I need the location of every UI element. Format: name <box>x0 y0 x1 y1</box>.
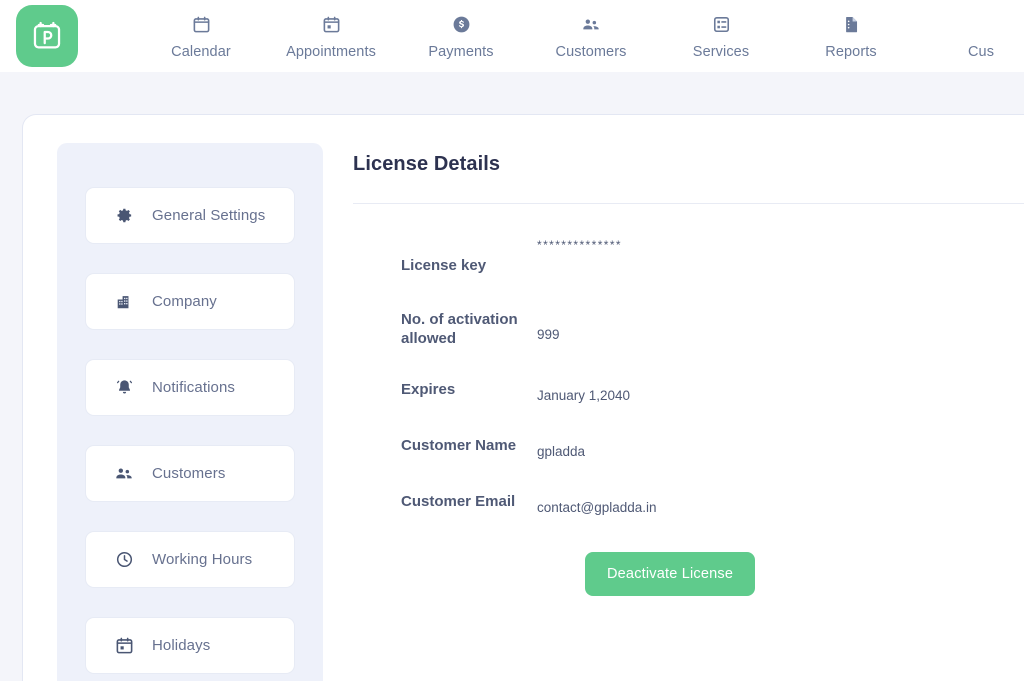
detail-value-license-key: ************** <box>537 238 622 252</box>
detail-label: License key <box>401 257 487 274</box>
sidebar-item-working-hours[interactable]: Working Hours <box>85 531 295 588</box>
detail-row-customer-name: Customer Name gpladda <box>353 418 1024 474</box>
sidebar-item-company[interactable]: Company <box>85 273 295 330</box>
sidebar-item-label: Customers <box>152 465 226 482</box>
nav-label: Customers <box>555 43 627 60</box>
page-body: General Settings Company Notifications C… <box>0 72 1024 681</box>
detail-label: Customer Email <box>401 493 516 511</box>
nav-item-customers[interactable]: Customers <box>526 13 656 60</box>
sidebar-item-customers[interactable]: Customers <box>85 445 295 502</box>
title-divider <box>353 203 1024 204</box>
license-detail-rows: License key ************** No. of activa… <box>353 234 1024 596</box>
settings-card: General Settings Company Notifications C… <box>22 114 1024 681</box>
calendar-day-icon <box>322 15 341 35</box>
document-icon <box>842 15 861 35</box>
detail-row-expires: Expires January 1,2040 <box>353 362 1024 418</box>
detail-row-customer-email: Customer Email contact@gpladda.in <box>353 474 1024 530</box>
nav-label: Appointments <box>286 43 376 60</box>
nav-label: Services <box>692 43 750 60</box>
nav-item-clipped[interactable]: Cus <box>916 13 1024 60</box>
nav-item-services[interactable]: Services <box>656 13 786 60</box>
sidebar-item-label: General Settings <box>152 207 266 224</box>
settings-sidebar: General Settings Company Notifications C… <box>57 143 323 681</box>
gear-icon <box>114 206 134 226</box>
bell-icon <box>114 378 134 398</box>
list-box-icon <box>712 15 731 35</box>
detail-label: Expires <box>401 381 456 399</box>
sidebar-item-notifications[interactable]: Notifications <box>85 359 295 416</box>
top-navigation-bar: Calendar Appointments Payments Customers… <box>0 0 1024 72</box>
top-nav-items: Calendar Appointments Payments Customers… <box>136 13 1024 60</box>
detail-value-customer-email: contact@gpladda.in <box>537 499 657 515</box>
clock-icon <box>114 550 134 570</box>
detail-label: No. of activation allowed <box>401 310 518 348</box>
nav-item-appointments[interactable]: Appointments <box>266 13 396 60</box>
sidebar-item-label: Holidays <box>152 637 211 654</box>
page-title: License Details <box>353 153 501 175</box>
people-icon <box>581 15 601 35</box>
nav-item-reports[interactable]: Reports <box>786 13 916 60</box>
people-icon <box>114 464 134 484</box>
sidebar-item-label: Company <box>152 293 217 310</box>
nav-label: Cus <box>967 43 995 60</box>
calendar-day-icon <box>114 636 134 656</box>
deactivate-license-button[interactable]: Deactivate License <box>585 552 756 596</box>
detail-value-expires: January 1,2040 <box>537 387 631 403</box>
detail-label: Customer Name <box>401 437 517 455</box>
detail-row-activation-allowed: No. of activation allowed 999 <box>353 296 1024 362</box>
license-details-panel: License Details License key ************… <box>323 115 1024 681</box>
nav-item-payments[interactable]: Payments <box>396 13 526 60</box>
nav-item-calendar[interactable]: Calendar <box>136 13 266 60</box>
nav-label: Payments <box>428 43 494 60</box>
sidebar-item-holidays[interactable]: Holidays <box>85 617 295 674</box>
detail-row-license-key: License key ************** <box>353 234 1024 296</box>
nav-label: Calendar <box>171 43 231 60</box>
detail-value-activation-allowed: 999 <box>537 326 560 342</box>
dollar-circle-icon <box>452 15 471 35</box>
calendar-icon <box>192 15 211 35</box>
sidebar-item-label: Notifications <box>152 379 236 396</box>
sidebar-item-general-settings[interactable]: General Settings <box>85 187 295 244</box>
building-icon <box>114 292 134 312</box>
calendar-p-logo-icon <box>33 21 61 49</box>
license-action-row: Deactivate License <box>353 552 1024 596</box>
nav-label: Reports <box>825 43 877 60</box>
detail-value-customer-name: gpladda <box>537 443 586 459</box>
app-logo[interactable] <box>16 5 78 67</box>
sidebar-item-label: Working Hours <box>152 551 253 568</box>
